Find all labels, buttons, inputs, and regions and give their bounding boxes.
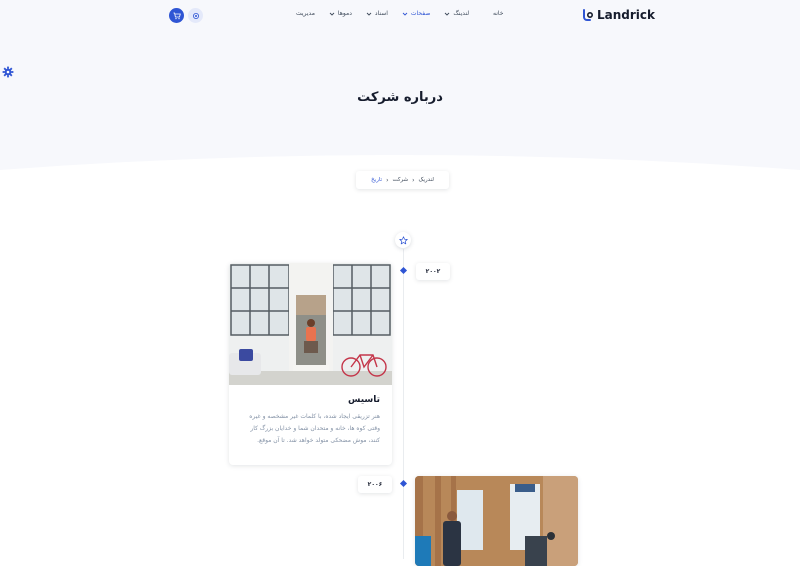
nav-item-label: اسناد	[374, 10, 388, 17]
timeline-card	[415, 476, 578, 566]
chevron-down-icon	[329, 12, 335, 16]
brand-logo[interactable]: Landrick	[582, 8, 655, 22]
breadcrumb-item-company[interactable]: شرکت	[392, 177, 408, 183]
breadcrumb: تاریخ › شرکت › لندریک	[356, 171, 449, 189]
office-photo	[229, 263, 392, 385]
settings-icon	[192, 12, 199, 19]
nav-item-docs[interactable]: اسناد	[366, 10, 388, 17]
nav-item-label: لندینگ	[453, 10, 470, 17]
breadcrumb-item-landrick[interactable]: لندریک	[419, 177, 434, 183]
timeline-dot	[399, 479, 408, 488]
nav-item-label: خانه	[493, 10, 504, 17]
chevron-down-icon	[366, 12, 372, 16]
nav-item-landing[interactable]: لندینگ	[444, 10, 469, 17]
brand-mark-icon	[583, 9, 594, 21]
chevron-down-icon	[445, 12, 450, 16]
timeline-line	[403, 249, 404, 559]
timeline-card-text: هنر تزریقی ایجاد شده، با کلمات غیر مشخصه…	[249, 413, 380, 444]
year-badge: ۲۰۰۶	[358, 476, 392, 493]
navbar: Landrick مدیریت دموها اسناد صفحات لندینگ…	[0, 0, 800, 32]
nav-item-label: مدیریت	[296, 10, 315, 17]
nav-item-label: صفحات	[410, 10, 431, 17]
year-badge: ۲۰۰۲	[416, 263, 450, 280]
breadcrumb-item-history[interactable]: تاریخ	[371, 177, 382, 183]
chevron-right-icon: ›	[412, 176, 415, 184]
timeline-card-title: تاسیس	[347, 395, 380, 405]
settings-button[interactable]	[188, 8, 203, 23]
team-photo	[415, 476, 578, 566]
nav-item-label: دموها	[337, 10, 352, 17]
timeline-dot	[399, 266, 408, 275]
nav-item-pages[interactable]: صفحات	[402, 10, 430, 17]
nav-menu: مدیریت دموها اسناد صفحات لندینگ خانه	[296, 10, 503, 17]
nav-item-admin[interactable]: مدیریت	[296, 10, 315, 17]
nav-item-home[interactable]: خانه	[493, 10, 503, 17]
timeline-card: تاسیس هنر تزریقی ایجاد شده، با کلمات غیر…	[229, 263, 392, 465]
brand-name: Landrick	[597, 8, 656, 22]
chevron-down-icon	[402, 12, 408, 16]
gear-icon[interactable]	[2, 66, 14, 78]
cart-button[interactable]	[169, 8, 184, 23]
timeline-start-marker	[395, 232, 411, 248]
cart-icon	[173, 12, 181, 19]
star-icon	[398, 235, 408, 244]
nav-item-demos[interactable]: دموها	[329, 10, 352, 17]
page-title: درباره شرکت	[357, 90, 443, 105]
hero-curve-shape	[0, 140, 800, 200]
chevron-right-icon: ›	[386, 176, 389, 184]
